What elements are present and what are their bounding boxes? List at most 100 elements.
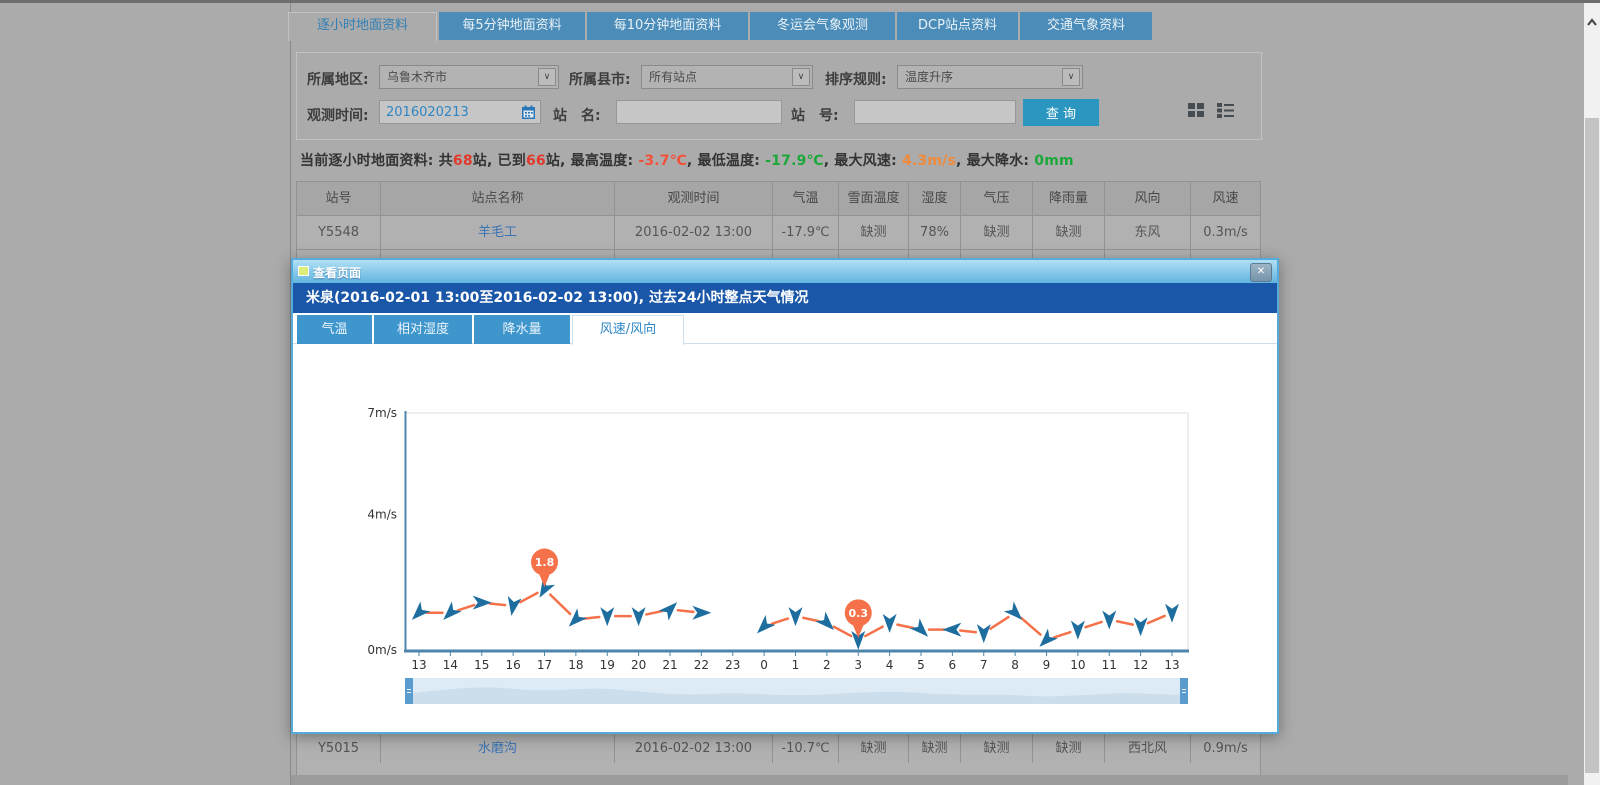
station-name-input[interactable] — [616, 100, 782, 124]
page-top-border — [0, 0, 1600, 3]
svg-text:7: 7 — [980, 658, 988, 672]
svg-text:9: 9 — [1043, 658, 1051, 672]
view-toggle — [1188, 103, 1234, 118]
dialog-tab[interactable]: 降水量 — [474, 315, 570, 344]
table-cell: 78% — [909, 216, 961, 250]
svg-text:11: 11 — [1102, 658, 1117, 672]
datazoom-preview — [405, 678, 1188, 704]
table-cell: Y5548 — [297, 216, 381, 250]
dialog-tab[interactable]: 气温 — [297, 315, 372, 344]
header-tab[interactable]: 每5分钟地面资料 — [439, 12, 585, 40]
datazoom-right-handle[interactable] — [1180, 678, 1188, 704]
sort-label: 排序规则: — [825, 69, 887, 89]
table-cell: 缺测 — [909, 734, 961, 764]
header-tab[interactable]: 交通气象资料 — [1020, 12, 1152, 40]
table-cell: 0.3m/s — [1191, 216, 1261, 250]
chart-datazoom-slider[interactable] — [405, 678, 1188, 704]
county-select[interactable]: 所有站点 ∨ — [641, 65, 813, 89]
page-scrollbar[interactable] — [1584, 3, 1600, 785]
window-icon — [298, 266, 309, 276]
dialog-tabstrip: 气温相对湿度降水量风速/风向 — [297, 315, 686, 344]
summary-segment: 当前逐小时地面资料: 共 — [300, 153, 453, 169]
scrollbar-thumb[interactable] — [1585, 118, 1599, 773]
svg-text:16: 16 — [505, 658, 520, 672]
svg-text:22: 22 — [694, 658, 709, 672]
close-button[interactable]: ✕ — [1250, 263, 1272, 282]
station-name-label: 站 名: — [553, 105, 601, 125]
svg-text:0m/s: 0m/s — [367, 643, 397, 657]
summary-segment: 68 — [453, 153, 473, 169]
station-link[interactable]: 水磨沟 — [381, 734, 615, 764]
chevron-down-icon: ∨ — [538, 68, 556, 86]
svg-text:18: 18 — [568, 658, 583, 672]
dialog-title: 查看页面 — [313, 264, 361, 281]
summary-segment: 4.3m/s — [902, 153, 956, 169]
table-cell: 缺测 — [839, 216, 909, 250]
summary-segment: -3.7℃ — [638, 153, 687, 169]
table-cell: 缺测 — [1033, 216, 1105, 250]
county-label: 所属县市: — [569, 69, 631, 89]
svg-text:1.8: 1.8 — [535, 556, 555, 569]
dialog-tab[interactable]: 相对湿度 — [374, 315, 472, 344]
page-bottom-strip — [291, 775, 1568, 785]
svg-text:6: 6 — [949, 658, 957, 672]
station-id-label: 站 号: — [791, 105, 839, 125]
svg-text:17: 17 — [537, 658, 552, 672]
view-page-dialog: 查看页面 ✕ 米泉(2016-02-01 13:00至2016-02-02 13… — [291, 258, 1279, 734]
table-cell: 2016-02-02 13:00 — [615, 734, 773, 764]
region-label: 所属地区: — [307, 69, 369, 89]
svg-text:5: 5 — [917, 658, 925, 672]
summary-segment: , 最大降水: — [956, 153, 1034, 169]
search-button[interactable]: 查 询 — [1023, 99, 1099, 126]
summary-segment: , 最低温度: — [687, 153, 765, 169]
table-cell: -10.7℃ — [773, 734, 839, 764]
table-cell: 东风 — [1105, 216, 1191, 250]
sort-select[interactable]: 温度升序 ∨ — [897, 65, 1083, 89]
summary-segment: 0mm — [1034, 153, 1074, 169]
svg-text:12: 12 — [1133, 658, 1148, 672]
filter-panel: 所属地区: 乌鲁木齐市 ∨ 所属县市: 所有站点 ∨ 排序规则: 温度升序 ∨ … — [296, 52, 1262, 140]
svg-text:23: 23 — [725, 658, 740, 672]
county-select-value: 所有站点 — [649, 66, 697, 88]
table-cell: 缺测 — [839, 734, 909, 764]
summary-segment: 66 — [526, 153, 546, 169]
chevron-down-icon: ∨ — [792, 68, 810, 86]
svg-text:1: 1 — [792, 658, 800, 672]
table-cell: 0.9m/s — [1191, 734, 1261, 764]
column-header: 雪面温度 — [839, 182, 909, 216]
list-view-icon[interactable] — [1217, 103, 1234, 118]
summary-segment: , 最大风速: — [824, 153, 902, 169]
dialog-body: 气温相对湿度降水量风速/风向 风速 0m/s4m/s7m/s1314151617… — [293, 313, 1277, 732]
summary-line: 当前逐小时地面资料: 共68站, 已到66站, 最高温度: -3.7℃, 最低温… — [300, 150, 1074, 170]
datazoom-left-handle[interactable] — [405, 678, 413, 704]
header-tab[interactable]: 冬运会气象观测 — [750, 12, 895, 40]
table-cell: 2016-02-02 13:00 — [615, 216, 773, 250]
svg-text:14: 14 — [443, 658, 458, 672]
station-id-input[interactable] — [854, 100, 1016, 124]
header-tab[interactable]: 逐小时地面资料 — [288, 12, 437, 41]
station-link[interactable]: 羊毛工 — [381, 216, 615, 250]
svg-text:15: 15 — [474, 658, 489, 672]
header-tab[interactable]: 每10分钟地面资料 — [587, 12, 748, 40]
svg-text:2: 2 — [823, 658, 831, 672]
svg-text:13: 13 — [1164, 658, 1179, 672]
header-tab[interactable]: DCP站点资料 — [897, 12, 1018, 40]
svg-text:10: 10 — [1070, 658, 1085, 672]
dialog-titlebar[interactable]: 查看页面 ✕ — [293, 260, 1277, 283]
column-header: 气温 — [773, 182, 839, 216]
scroll-up-icon[interactable] — [1584, 15, 1600, 31]
grid-view-icon[interactable] — [1188, 103, 1205, 118]
summary-segment: -17.9℃ — [765, 153, 824, 169]
chevron-down-icon: ∨ — [1062, 68, 1080, 86]
column-header: 湿度 — [909, 182, 961, 216]
svg-text:8: 8 — [1011, 658, 1019, 672]
station-table-bottom-row: Y5015水磨沟2016-02-02 13:00-10.7℃缺测缺测缺测缺测西北… — [296, 733, 1261, 764]
sort-select-value: 温度升序 — [905, 66, 953, 88]
dialog-tab[interactable]: 风速/风向 — [572, 315, 684, 345]
svg-text:4m/s: 4m/s — [367, 508, 397, 522]
wind-speed-chart: 0m/s4m/s7m/s1314151617181920212223012345… — [351, 403, 1201, 681]
region-select[interactable]: 乌鲁木齐市 ∨ — [379, 65, 559, 89]
summary-segment: 站, 已到 — [473, 153, 526, 169]
svg-text:19: 19 — [600, 658, 615, 672]
obstime-input[interactable] — [379, 100, 541, 124]
